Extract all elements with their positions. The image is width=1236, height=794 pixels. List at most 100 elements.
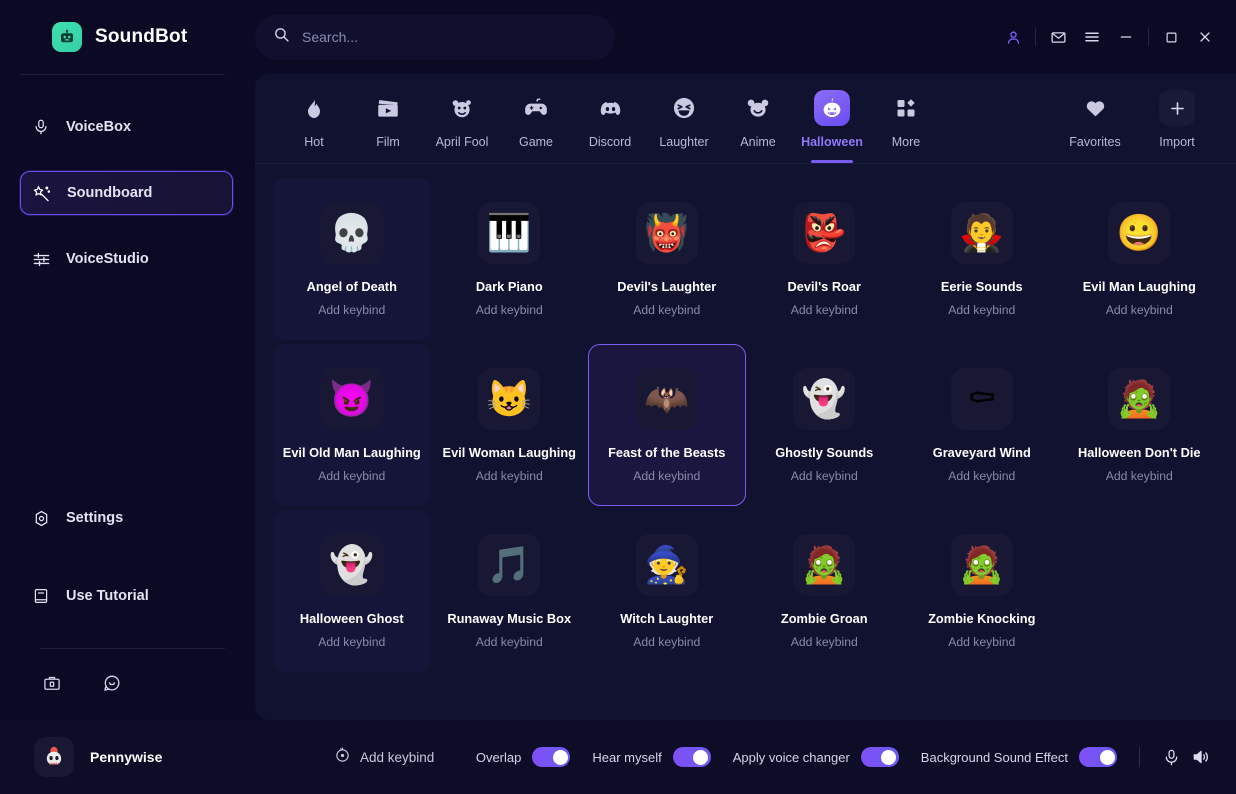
sound-card-keybind[interactable]: Add keybind [476, 469, 543, 483]
angry-ghost-icon: 👻 [320, 533, 383, 596]
sidebar-item-use-tutorial[interactable]: Use Tutorial [20, 574, 233, 618]
title-bar: SoundBot [0, 0, 1236, 74]
toggle-switch[interactable] [860, 747, 899, 767]
hamburger-menu-icon[interactable] [1075, 20, 1109, 54]
chat-bubble-icon[interactable] [102, 673, 122, 698]
speaker-volume-icon[interactable] [1186, 742, 1216, 772]
toggle-switch[interactable] [672, 747, 711, 767]
sound-card[interactable]: 🧟 Halloween Don't Die Add keybind [1061, 344, 1219, 506]
sidebar-item-settings[interactable]: Settings [20, 496, 233, 540]
tab-more[interactable]: More [869, 88, 943, 149]
tab-label: Laughter [659, 135, 709, 149]
sound-card-keybind[interactable]: Add keybind [791, 469, 858, 483]
sound-card-keybind[interactable]: Add keybind [633, 635, 700, 649]
account-icon[interactable] [996, 20, 1030, 54]
grand-piano-icon: 🎹 [478, 201, 541, 264]
sound-card[interactable]: 😀 Evil Man Laughing Add keybind [1061, 178, 1219, 340]
search-bar[interactable] [255, 14, 615, 60]
sidebar-item-label: VoiceBox [66, 119, 132, 135]
sidebar-item-voicebox[interactable]: VoiceBox [20, 105, 233, 149]
toggle-switch[interactable] [1079, 747, 1117, 767]
sound-card-keybind[interactable]: Add keybind [948, 303, 1015, 317]
microphone-icon [30, 118, 52, 136]
sound-card-name: Feast of the Beasts [608, 444, 726, 460]
toggle-knob [1099, 749, 1115, 765]
minimize-icon[interactable] [1109, 20, 1143, 54]
current-voice[interactable]: Pennywise [34, 737, 334, 777]
toggle-label: Overlap [475, 749, 522, 765]
sound-card-keybind[interactable]: Add keybind [476, 303, 543, 317]
sidebar-bottom: Settings Use Tutorial [0, 496, 255, 720]
tab-favorites[interactable]: Favorites [1058, 88, 1132, 149]
soundboard-scroll-area[interactable]: 💀 Angel of Death Add keybind 🎹 Dark Piano Add… [255, 164, 1236, 720]
sound-card-keybind[interactable]: Add keybind [948, 635, 1015, 649]
tab-game[interactable]: Game [499, 88, 573, 149]
sound-card[interactable]: ⚰ Graveyard Wind Add keybind [903, 344, 1061, 506]
sound-card-name: Zombie Knocking [928, 610, 1036, 626]
search-input[interactable] [302, 29, 597, 45]
tab-label: Game [518, 135, 554, 149]
sound-card[interactable]: 🎵 Runaway Music Box Add keybind [431, 510, 589, 672]
laughing-face-icon [666, 90, 702, 126]
toggle-group: Hear myself [592, 747, 711, 767]
toggle-switch[interactable] [532, 747, 571, 767]
sound-card-keybind[interactable]: Add keybind [1106, 469, 1173, 483]
sound-card[interactable]: 🎹 Dark Piano Add keybind [431, 178, 589, 340]
soundbot-window: SoundBot Search... VoiceBox Soundboard V… [0, 0, 1236, 794]
sidebar-item-soundboard[interactable]: Soundboard [20, 171, 233, 215]
sound-card-keybind[interactable]: Add keybind [318, 469, 385, 483]
sound-card-name: Graveyard Wind [932, 444, 1031, 460]
sound-card-keybind[interactable]: Add keybind [633, 469, 700, 483]
tab-hot[interactable]: Hot [277, 88, 351, 149]
tab-april-fool[interactable]: April Fool [425, 88, 499, 149]
microphone-icon[interactable] [1156, 742, 1186, 772]
tab-halloween[interactable]: Halloween [795, 88, 869, 163]
sound-card[interactable]: 🧛 Eerie Sounds Add keybind [903, 178, 1061, 340]
tab-import[interactable]: Import [1140, 88, 1214, 149]
sound-card[interactable]: 👻 Halloween Ghost Add keybind [273, 510, 431, 672]
mail-icon[interactable] [1041, 20, 1075, 54]
sound-card-keybind[interactable]: Add keybind [1106, 303, 1173, 317]
sound-card[interactable]: 👻 Ghostly Sounds Add keybind [746, 344, 904, 506]
sound-card[interactable]: 👹 Devil's Laughter Add keybind [588, 178, 746, 340]
close-icon[interactable] [1188, 20, 1222, 54]
sound-card-keybind[interactable]: Add keybind [318, 303, 385, 317]
sidebar-item-voicestudio[interactable]: VoiceStudio [20, 237, 233, 281]
sound-card-name: Zombie Groan [780, 610, 868, 626]
clapperboard-icon [370, 90, 406, 126]
toolbox-icon[interactable] [42, 673, 62, 698]
maximize-icon[interactable] [1154, 20, 1188, 54]
tab-label: Film [376, 135, 400, 149]
add-keybind-button[interactable]: Add keybind [334, 747, 434, 767]
soundbot-logo-icon [52, 22, 82, 52]
tab-discord[interactable]: Discord [573, 88, 647, 149]
zombie-walking-icon: 🧟 [950, 533, 1013, 596]
red-devil-icon: 👹 [635, 201, 698, 264]
tab-laughter[interactable]: Laughter [647, 88, 721, 149]
sound-card-keybind[interactable]: Add keybind [633, 303, 700, 317]
sound-card[interactable]: 🧟 Zombie Knocking Add keybind [903, 510, 1061, 672]
witch-hat-face-icon: 🧙 [635, 533, 698, 596]
sound-card[interactable]: 🧙 Witch Laughter Add keybind [588, 510, 746, 672]
sound-card[interactable]: 👺 Devil's Roar Add keybind [746, 178, 904, 340]
divider [1148, 28, 1149, 46]
bear-face-icon [740, 90, 776, 126]
tab-anime[interactable]: Anime [721, 88, 795, 149]
toggle-group: Apply voice changer [733, 747, 899, 767]
sound-card-keybind[interactable]: Add keybind [948, 469, 1015, 483]
sound-card-keybind[interactable]: Add keybind [476, 635, 543, 649]
sound-card[interactable]: 🧟 Zombie Groan Add keybind [746, 510, 904, 672]
tab-label: More [891, 135, 921, 149]
sound-card-keybind[interactable]: Add keybind [791, 303, 858, 317]
tab-film[interactable]: Film [351, 88, 425, 149]
evil-woman-devil-icon: 😺 [478, 367, 541, 430]
sound-card-keybind[interactable]: Add keybind [791, 635, 858, 649]
sound-card-name: Angel of Death [306, 278, 397, 294]
sidebar-item-label: Soundboard [67, 185, 153, 201]
sound-card[interactable]: 😺 Evil Woman Laughing Add keybind [431, 344, 589, 506]
sound-card[interactable]: 🦇 Feast of the Beasts Add keybind [588, 344, 746, 506]
sound-card-keybind[interactable]: Add keybind [318, 635, 385, 649]
sound-card[interactable]: 😈 Evil Old Man Laughing Add keybind [273, 344, 431, 506]
sound-card[interactable]: 💀 Angel of Death Add keybind [273, 178, 431, 340]
zombie-head-icon: 🧟 [793, 533, 856, 596]
